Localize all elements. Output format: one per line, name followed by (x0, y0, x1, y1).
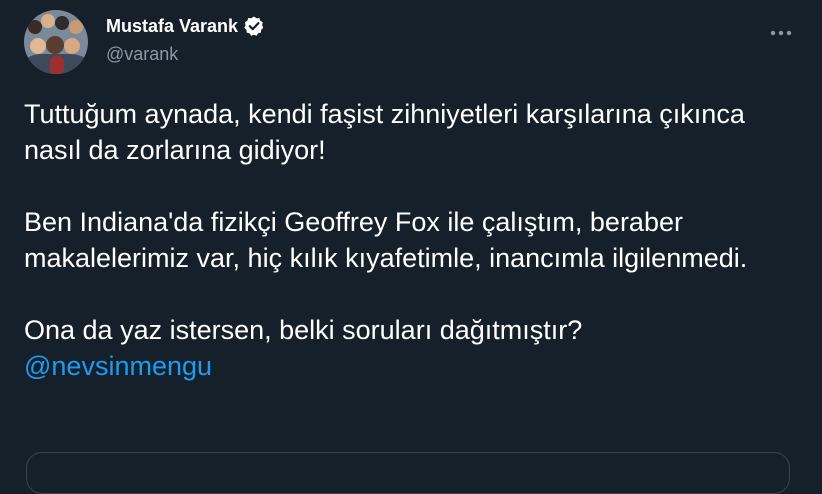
quoted-tweet-card[interactable] (26, 452, 790, 494)
tweet-header: Mustafa Varank @varank (24, 10, 798, 76)
author-handle[interactable]: @varank (106, 44, 265, 65)
more-horizontal-icon[interactable] (764, 16, 798, 50)
tweet-paragraph-1: Tuttuğum aynada, kendi faşist zihniyetle… (24, 99, 745, 165)
avatar[interactable] (24, 10, 88, 74)
tweet-paragraph-3: Ona da yaz istersen, belki soruları dağı… (24, 312, 784, 384)
tweet-paragraph-3-text: Ona da yaz istersen, belki soruları dağı… (24, 315, 583, 345)
tweet-text: Tuttuğum aynada, kendi faşist zihniyetle… (24, 96, 784, 384)
verified-badge-icon (243, 15, 265, 37)
author-name[interactable]: Mustafa Varank (106, 16, 238, 37)
mention-link[interactable]: @nevsinmengu (24, 351, 212, 381)
author-name-row[interactable]: Mustafa Varank (106, 15, 265, 37)
tweet-paragraph-2: Ben Indiana'da fizikçi Geoffrey Fox ile … (24, 207, 748, 273)
author-info: Mustafa Varank @varank (106, 15, 265, 65)
